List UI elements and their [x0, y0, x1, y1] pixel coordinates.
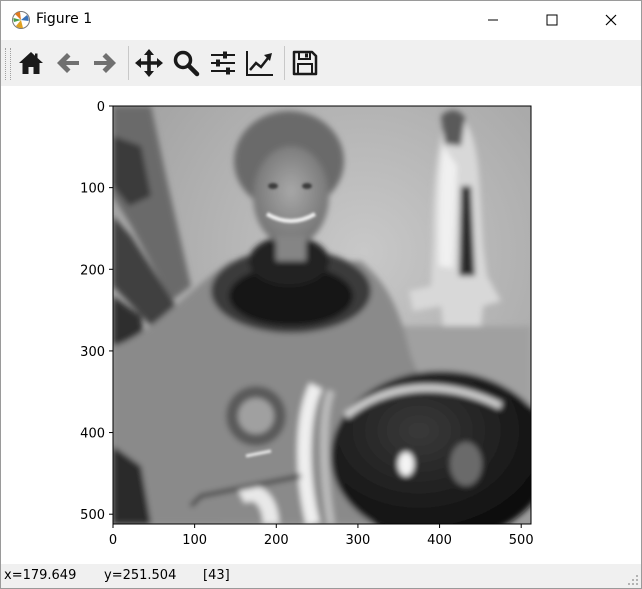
close-icon — [605, 14, 617, 26]
zoom-button[interactable] — [169, 46, 203, 80]
y-tick-label: 500 — [80, 508, 105, 523]
minimize-icon — [488, 19, 498, 21]
figure-canvas[interactable]: 0 100 200 300 400 500 0 100 200 300 400 500 — [1, 86, 641, 564]
toolbar-separator — [128, 46, 129, 80]
window-title: Figure 1 — [36, 11, 93, 27]
x-tick-label: 500 — [509, 533, 534, 548]
y-tick-label: 300 — [80, 345, 105, 360]
y-tick-label: 400 — [80, 427, 105, 442]
y-tick-label: 200 — [80, 263, 105, 278]
x-axis: 0 100 200 300 400 500 — [109, 524, 534, 548]
magnifier-icon — [173, 50, 200, 77]
x-tick-label: 400 — [427, 533, 452, 548]
pixel-value-readout: [43] — [203, 568, 230, 583]
matplotlib-logo-icon — [12, 11, 30, 29]
pan-button[interactable] — [132, 46, 166, 80]
sliders-icon — [211, 51, 235, 75]
x-tick-label: 300 — [346, 533, 371, 548]
figure-window: Figure 1 0 100 200 300 400 500 0 100 200… — [0, 0, 642, 589]
maximize-button[interactable] — [529, 1, 575, 39]
back-button[interactable] — [51, 46, 85, 80]
plot-svg: 0 100 200 300 400 500 0 100 200 300 400 500 — [80, 100, 534, 548]
x-tick-label: 0 — [109, 533, 117, 548]
navigation-toolbar — [1, 40, 641, 86]
x-tick-label: 200 — [264, 533, 289, 548]
home-button[interactable] — [14, 46, 48, 80]
cursor-y-readout: y=251.504 — [104, 568, 177, 583]
x-tick-label: 100 — [182, 533, 207, 548]
maximize-icon — [546, 14, 558, 26]
save-button[interactable] — [288, 46, 322, 80]
status-bar: x=179.649 y=251.504 [43] — [1, 564, 641, 588]
y-tick-label: 100 — [80, 182, 105, 197]
title-bar[interactable]: Figure 1 — [1, 1, 641, 39]
floppy-disk-icon — [292, 50, 318, 76]
toolbar-grip[interactable] — [5, 48, 11, 80]
line-chart-icon — [246, 51, 273, 76]
size-grip-icon[interactable] — [627, 574, 639, 586]
close-button[interactable] — [588, 1, 634, 39]
minimize-button[interactable] — [470, 1, 516, 39]
cursor-x-readout: x=179.649 — [4, 568, 77, 583]
y-axis: 0 100 200 300 400 500 — [80, 100, 113, 523]
home-icon — [19, 52, 43, 74]
move-icon — [135, 49, 163, 77]
forward-button[interactable] — [88, 46, 122, 80]
subplots-button[interactable] — [206, 46, 240, 80]
arrow-right-icon — [94, 53, 116, 73]
y-tick-label: 0 — [97, 100, 105, 115]
astronaut-image — [113, 106, 531, 524]
arrow-left-icon — [57, 53, 79, 73]
toolbar-separator — [284, 46, 285, 80]
edit-axis-button[interactable] — [243, 46, 277, 80]
